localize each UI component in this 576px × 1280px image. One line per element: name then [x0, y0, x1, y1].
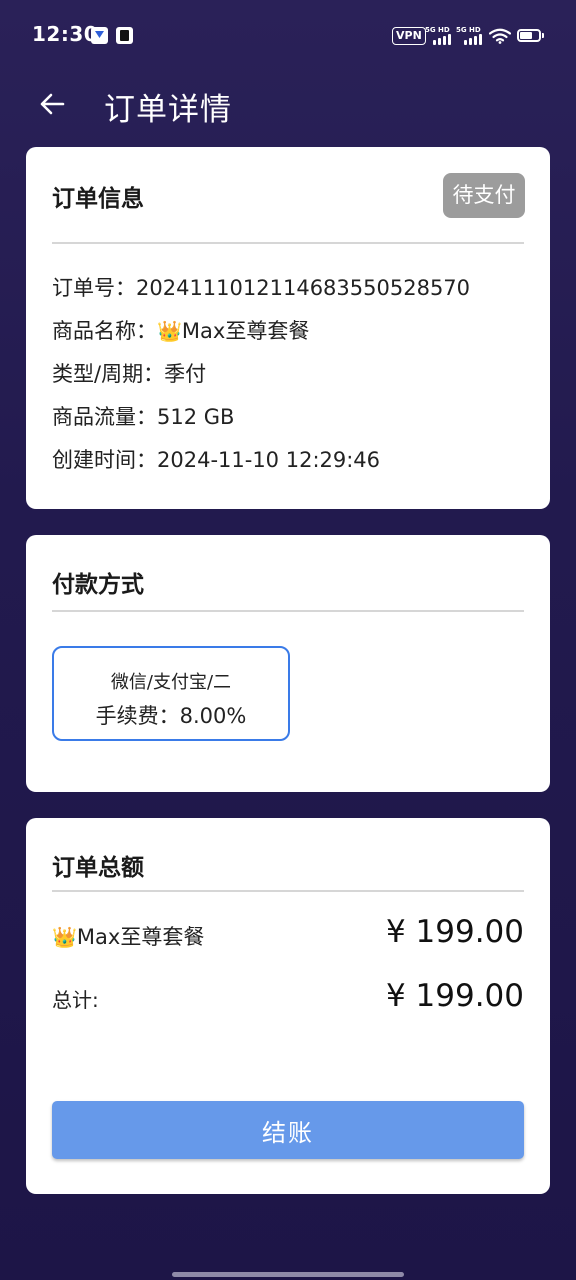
divider [52, 242, 524, 244]
notification-icon [116, 27, 133, 44]
divider [52, 610, 524, 612]
arrow-left-icon [40, 93, 65, 115]
order-total-title: 订单总额 [52, 855, 144, 881]
home-indicator [172, 1272, 404, 1277]
divider [52, 890, 524, 892]
line-item-name: 👑Max至尊套餐 [52, 921, 204, 951]
app-header: 订单详情 [0, 72, 576, 136]
crown-icon: 👑 [157, 319, 182, 343]
sim-tag: 5G HD [456, 26, 481, 34]
product-name-value: Max至尊套餐 [181, 319, 310, 343]
payment-option-name: 微信/支付宝/二 [110, 672, 232, 693]
order-number: 订单号：2024111012114683550528570 [52, 276, 471, 300]
product-name-label: 商品名称： [52, 319, 157, 343]
status-bar: 12:30 VPN 5G HD 5G HD [0, 0, 576, 72]
signal-icon: 5G HD [456, 26, 484, 46]
back-button[interactable] [30, 84, 74, 124]
payment-option-fee: 手续费：8.00% [95, 704, 247, 728]
total-label: 总计: [52, 988, 99, 1012]
battery-icon [517, 29, 544, 42]
status-time: 12:30 [32, 22, 99, 46]
product-name-row: 商品名称：👑Max至尊套餐 [52, 315, 309, 345]
payment-option[interactable]: 微信/支付宝/二 手续费：8.00% [52, 646, 290, 741]
billing-cycle: 类型/周期：季付 [52, 362, 207, 386]
order-info-title: 订单信息 [52, 186, 144, 212]
order-total-card: 订单总额 👑Max至尊套餐 ¥ 199.00 总计: ¥ 199.00 结账 [26, 818, 550, 1194]
order-info-card: 订单信息 待支付 订单号：2024111012114683550528570 商… [26, 147, 550, 509]
checkout-button[interactable]: 结账 [52, 1101, 524, 1159]
sim-tag: 5G HD [425, 26, 450, 34]
created-time: 创建时间：2024-11-10 12:29:46 [52, 448, 381, 472]
wifi-icon [489, 28, 511, 44]
status-badge: 待支付 [443, 173, 525, 218]
line-item-price: ¥ 199.00 [385, 914, 524, 950]
vpn-badge: VPN [392, 27, 426, 45]
total-value: ¥ 199.00 [385, 978, 524, 1014]
product-traffic: 商品流量：512 GB [52, 405, 235, 429]
line-item-label: Max至尊套餐 [76, 925, 205, 949]
payment-method-title: 付款方式 [52, 572, 144, 598]
notification-icon [91, 27, 108, 44]
page-title: 订单详情 [104, 92, 232, 128]
payment-method-card: 付款方式 微信/支付宝/二 手续费：8.00% [26, 535, 550, 792]
crown-icon: 👑 [52, 925, 77, 949]
signal-icon: 5G HD [425, 26, 453, 46]
